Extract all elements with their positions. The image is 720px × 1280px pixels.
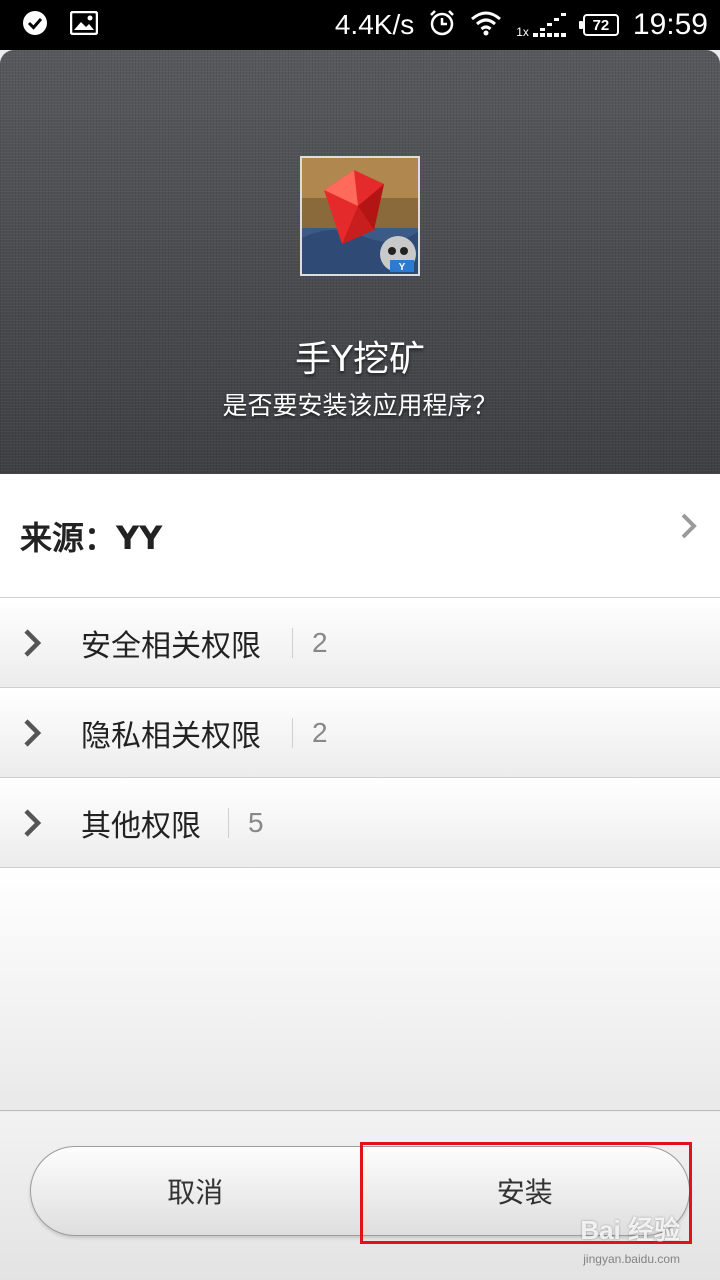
watermark-logo: Bai 经验 bbox=[580, 1215, 680, 1245]
chevron-right-icon bbox=[22, 808, 42, 842]
permission-row-security[interactable]: 安全相关权限 2 bbox=[0, 598, 720, 688]
status-bar: 4.4K/s 1x 72 19:59 bbox=[0, 0, 720, 50]
signal-type-label: 1x bbox=[516, 25, 529, 39]
image-notification-icon bbox=[69, 10, 99, 39]
divider bbox=[292, 718, 293, 748]
install-question: 是否要安装该应用程序？ bbox=[222, 391, 498, 420]
battery-indicator: 72 bbox=[578, 14, 619, 36]
cancel-button[interactable]: 取消 bbox=[31, 1147, 360, 1235]
chevron-right-icon bbox=[680, 512, 698, 544]
svg-text:Y: Y bbox=[399, 262, 406, 273]
divider bbox=[228, 808, 229, 838]
app-icon: Y bbox=[300, 156, 420, 276]
permission-label: 其他权限 bbox=[81, 808, 201, 844]
source-label: 来源：YY bbox=[20, 518, 163, 557]
alarm-icon bbox=[428, 9, 456, 41]
permission-row-other[interactable]: 其他权限 5 bbox=[0, 778, 720, 868]
clock: 19:59 bbox=[632, 8, 708, 41]
permission-row-privacy[interactable]: 隐私相关权限 2 bbox=[0, 688, 720, 778]
signal-icon: 1x bbox=[516, 11, 569, 39]
check-circle-icon bbox=[22, 10, 48, 40]
permission-count: 5 bbox=[248, 806, 264, 838]
permission-count: 2 bbox=[312, 626, 328, 658]
install-header: Y 手Y挖矿 是否要安装该应用程序？ bbox=[0, 50, 720, 474]
wifi-icon bbox=[470, 10, 502, 40]
permission-list: 安全相关权限 2 隐私相关权限 2 其他权限 5 bbox=[0, 598, 720, 868]
chevron-right-icon bbox=[22, 628, 42, 662]
divider bbox=[292, 628, 293, 658]
permission-label: 安全相关权限 bbox=[81, 628, 261, 664]
chevron-right-icon bbox=[22, 718, 42, 752]
permission-label: 隐私相关权限 bbox=[81, 718, 261, 754]
permission-count: 2 bbox=[312, 716, 328, 748]
app-name: 手Y挖矿 bbox=[295, 339, 425, 380]
network-speed: 4.4K/s bbox=[334, 9, 415, 40]
source-row[interactable]: 来源：YY bbox=[0, 474, 720, 598]
empty-area bbox=[0, 868, 720, 1111]
watermark-url: jingyan.baidu.com bbox=[583, 1252, 680, 1266]
